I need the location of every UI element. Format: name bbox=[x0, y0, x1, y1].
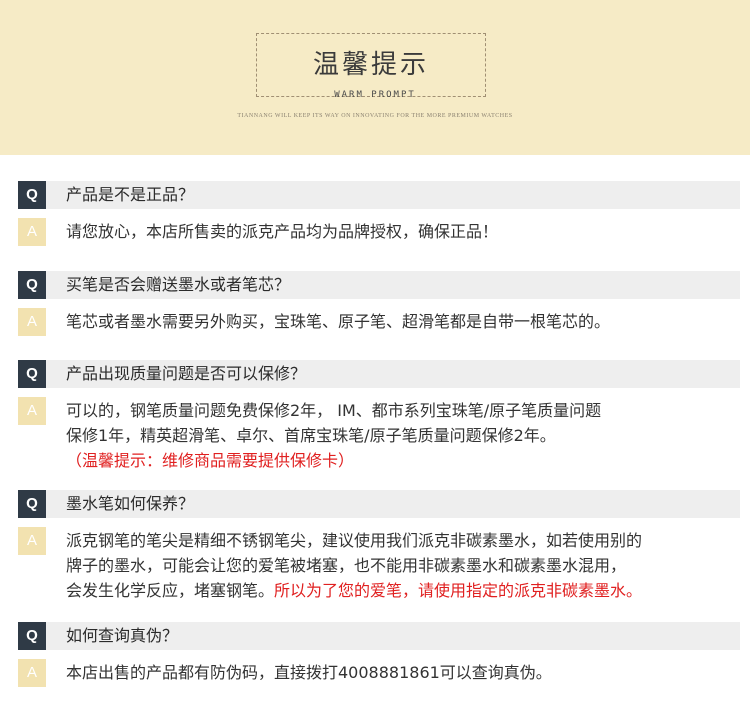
a-badge: A bbox=[18, 527, 46, 555]
answer-row: A 可以的，钢笔质量问题免费保修2年， IM、都市系列宝珠笔/原子笔质量问题 保… bbox=[18, 397, 740, 473]
question-row: Q 产品出现质量问题是否可以保修？ bbox=[18, 360, 740, 388]
header-banner: 温馨提示 WARM PROMPT TIANNANG WILL KEEP ITS … bbox=[0, 0, 750, 155]
q-badge: Q bbox=[18, 490, 46, 518]
answer-text: 笔芯或者墨水需要另外购买，宝珠笔、原子笔、超滑笔都是自带一根笔芯的。 bbox=[66, 308, 740, 334]
answer-text: 可以的，钢笔质量问题免费保修2年， IM、都市系列宝珠笔/原子笔质量问题 保修1… bbox=[66, 397, 740, 473]
qa-item: Q 买笔是否会赠送墨水或者笔芯？ A 笔芯或者墨水需要另外购买，宝珠笔、原子笔、… bbox=[18, 271, 740, 336]
answer-row: A 请您放心，本店所售卖的派克产品均为品牌授权，确保正品！ bbox=[18, 218, 740, 246]
a-badge: A bbox=[18, 308, 46, 336]
answer-line: 牌子的墨水，可能会让您的爱笔被堵塞，也不能用非碳素墨水和碳素墨水混用， bbox=[66, 556, 627, 575]
page-subtitle: WARM PROMPT bbox=[334, 90, 416, 100]
warning-note: （温馨提示：维修商品需要提供保修卡） bbox=[66, 451, 355, 470]
a-badge: A bbox=[18, 397, 46, 425]
answer-line: 本店出售的产品都有防伪码，直接拨打4008881861可以查询真伪。 bbox=[66, 663, 552, 682]
q-badge: Q bbox=[18, 181, 46, 209]
answer-segment: 会发生化学反应，堵塞钢笔。 bbox=[66, 581, 275, 600]
question-text: 买笔是否会赠送墨水或者笔芯？ bbox=[66, 275, 291, 294]
qa-item: Q 产品出现质量问题是否可以保修？ A 可以的，钢笔质量问题免费保修2年， IM… bbox=[18, 360, 740, 473]
warning-note: 所以为了您的爱笔，请使用指定的派克非碳素墨水。 bbox=[274, 581, 643, 600]
qa-item: Q 产品是不是正品？ A 请您放心，本店所售卖的派克产品均为品牌授权，确保正品！ bbox=[18, 181, 740, 246]
qa-item: Q 如何查询真伪？ A 本店出售的产品都有防伪码，直接拨打4008881861可… bbox=[18, 622, 740, 687]
q-badge: Q bbox=[18, 271, 46, 299]
answer-line: 派克钢笔的笔尖是精细不锈钢笔尖，建议使用我们派克非碳素墨水，如若使用别的 bbox=[66, 531, 643, 550]
question-row: Q 产品是不是正品？ bbox=[18, 181, 740, 209]
answer-line: 笔芯或者墨水需要另外购买，宝珠笔、原子笔、超滑笔都是自带一根笔芯的。 bbox=[66, 312, 611, 331]
question-text: 产品是不是正品？ bbox=[66, 185, 195, 204]
q-badge: Q bbox=[18, 360, 46, 388]
page-title: 温馨提示 bbox=[312, 50, 429, 80]
question-row: Q 买笔是否会赠送墨水或者笔芯？ bbox=[18, 271, 740, 299]
question-text: 产品出现质量问题是否可以保修？ bbox=[66, 364, 307, 383]
title-frame: 温馨提示 bbox=[256, 33, 486, 97]
q-badge: Q bbox=[18, 622, 46, 650]
header-tagline: TIANNANG WILL KEEP ITS WAY ON INNOVATING… bbox=[237, 113, 513, 119]
answer-line: 请您放心，本店所售卖的派克产品均为品牌授权，确保正品！ bbox=[66, 222, 499, 241]
question-row: Q 如何查询真伪？ bbox=[18, 622, 740, 650]
answer-row: A 笔芯或者墨水需要另外购买，宝珠笔、原子笔、超滑笔都是自带一根笔芯的。 bbox=[18, 308, 740, 336]
a-badge: A bbox=[18, 218, 46, 246]
answer-text: 本店出售的产品都有防伪码，直接拨打4008881861可以查询真伪。 bbox=[66, 659, 740, 685]
answer-row: A 本店出售的产品都有防伪码，直接拨打4008881861可以查询真伪。 bbox=[18, 659, 740, 687]
question-text: 如何查询真伪？ bbox=[66, 626, 179, 645]
question-row: Q 墨水笔如何保养？ bbox=[18, 490, 740, 518]
answer-line: 可以的，钢笔质量问题免费保修2年， IM、都市系列宝珠笔/原子笔质量问题 bbox=[66, 401, 602, 420]
qa-item: Q 墨水笔如何保养？ A 派克钢笔的笔尖是精细不锈钢笔尖，建议使用我们派克非碳素… bbox=[18, 490, 740, 603]
question-text: 墨水笔如何保养？ bbox=[66, 494, 195, 513]
answer-text: 派克钢笔的笔尖是精细不锈钢笔尖，建议使用我们派克非碳素墨水，如若使用别的 牌子的… bbox=[66, 527, 740, 603]
a-badge: A bbox=[18, 659, 46, 687]
answer-line: 会发生化学反应，堵塞钢笔。所以为了您的爱笔，请使用指定的派克非碳素墨水。 bbox=[66, 578, 740, 603]
answer-text: 请您放心，本店所售卖的派克产品均为品牌授权，确保正品！ bbox=[66, 218, 740, 244]
answer-line: 保修1年，精英超滑笔、卓尔、首席宝珠笔/原子笔质量问题保修2年。 bbox=[66, 426, 556, 445]
answer-row: A 派克钢笔的笔尖是精细不锈钢笔尖，建议使用我们派克非碳素墨水，如若使用别的 牌… bbox=[18, 527, 740, 603]
